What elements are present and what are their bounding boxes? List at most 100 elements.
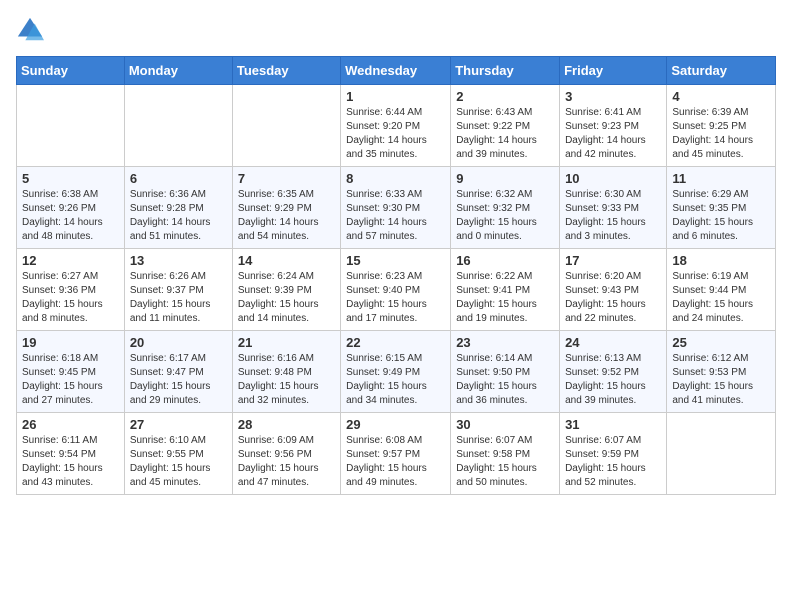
col-header-tuesday: Tuesday <box>232 57 340 85</box>
calendar-cell <box>232 85 340 167</box>
calendar-cell: 28 Sunrise: 6:09 AM Sunset: 9:56 PM Dayl… <box>232 413 340 495</box>
day-number: 23 <box>456 335 554 350</box>
calendar-cell: 2 Sunrise: 6:43 AM Sunset: 9:22 PM Dayli… <box>451 85 560 167</box>
calendar-cell: 16 Sunrise: 6:22 AM Sunset: 9:41 PM Dayl… <box>451 249 560 331</box>
day-number: 28 <box>238 417 335 432</box>
day-info: Sunrise: 6:22 AM Sunset: 9:41 PM Dayligh… <box>456 270 554 326</box>
day-info: Sunrise: 6:23 AM Sunset: 9:40 PM Dayligh… <box>346 270 445 326</box>
calendar-cell: 12 Sunrise: 6:27 AM Sunset: 9:36 PM Dayl… <box>17 249 125 331</box>
calendar-cell <box>17 85 125 167</box>
calendar-cell: 24 Sunrise: 6:13 AM Sunset: 9:52 PM Dayl… <box>560 331 667 413</box>
day-number: 11 <box>672 171 770 186</box>
calendar-cell <box>124 85 232 167</box>
day-info: Sunrise: 6:18 AM Sunset: 9:45 PM Dayligh… <box>22 352 119 408</box>
day-info: Sunrise: 6:36 AM Sunset: 9:28 PM Dayligh… <box>130 188 227 244</box>
day-info: Sunrise: 6:12 AM Sunset: 9:53 PM Dayligh… <box>672 352 770 408</box>
calendar-cell: 1 Sunrise: 6:44 AM Sunset: 9:20 PM Dayli… <box>341 85 451 167</box>
col-header-sunday: Sunday <box>17 57 125 85</box>
calendar-cell: 25 Sunrise: 6:12 AM Sunset: 9:53 PM Dayl… <box>667 331 776 413</box>
col-header-saturday: Saturday <box>667 57 776 85</box>
day-number: 20 <box>130 335 227 350</box>
day-info: Sunrise: 6:19 AM Sunset: 9:44 PM Dayligh… <box>672 270 770 326</box>
day-number: 12 <box>22 253 119 268</box>
day-number: 31 <box>565 417 661 432</box>
day-number: 9 <box>456 171 554 186</box>
day-number: 27 <box>130 417 227 432</box>
day-info: Sunrise: 6:33 AM Sunset: 9:30 PM Dayligh… <box>346 188 445 244</box>
calendar-week-row: 12 Sunrise: 6:27 AM Sunset: 9:36 PM Dayl… <box>17 249 776 331</box>
day-info: Sunrise: 6:38 AM Sunset: 9:26 PM Dayligh… <box>22 188 119 244</box>
day-info: Sunrise: 6:16 AM Sunset: 9:48 PM Dayligh… <box>238 352 335 408</box>
day-info: Sunrise: 6:11 AM Sunset: 9:54 PM Dayligh… <box>22 434 119 490</box>
calendar-cell: 17 Sunrise: 6:20 AM Sunset: 9:43 PM Dayl… <box>560 249 667 331</box>
calendar-cell: 21 Sunrise: 6:16 AM Sunset: 9:48 PM Dayl… <box>232 331 340 413</box>
calendar-cell: 30 Sunrise: 6:07 AM Sunset: 9:58 PM Dayl… <box>451 413 560 495</box>
col-header-wednesday: Wednesday <box>341 57 451 85</box>
calendar-cell: 19 Sunrise: 6:18 AM Sunset: 9:45 PM Dayl… <box>17 331 125 413</box>
calendar-cell: 20 Sunrise: 6:17 AM Sunset: 9:47 PM Dayl… <box>124 331 232 413</box>
calendar-cell: 22 Sunrise: 6:15 AM Sunset: 9:49 PM Dayl… <box>341 331 451 413</box>
calendar-cell: 9 Sunrise: 6:32 AM Sunset: 9:32 PM Dayli… <box>451 167 560 249</box>
calendar-cell: 8 Sunrise: 6:33 AM Sunset: 9:30 PM Dayli… <box>341 167 451 249</box>
day-number: 16 <box>456 253 554 268</box>
calendar-cell: 14 Sunrise: 6:24 AM Sunset: 9:39 PM Dayl… <box>232 249 340 331</box>
calendar-cell: 29 Sunrise: 6:08 AM Sunset: 9:57 PM Dayl… <box>341 413 451 495</box>
day-info: Sunrise: 6:07 AM Sunset: 9:59 PM Dayligh… <box>565 434 661 490</box>
day-number: 8 <box>346 171 445 186</box>
calendar-week-row: 1 Sunrise: 6:44 AM Sunset: 9:20 PM Dayli… <box>17 85 776 167</box>
calendar-week-row: 26 Sunrise: 6:11 AM Sunset: 9:54 PM Dayl… <box>17 413 776 495</box>
page-header <box>16 16 776 44</box>
day-number: 14 <box>238 253 335 268</box>
day-number: 15 <box>346 253 445 268</box>
calendar-cell: 5 Sunrise: 6:38 AM Sunset: 9:26 PM Dayli… <box>17 167 125 249</box>
calendar-cell: 6 Sunrise: 6:36 AM Sunset: 9:28 PM Dayli… <box>124 167 232 249</box>
day-number: 2 <box>456 89 554 104</box>
calendar-cell: 3 Sunrise: 6:41 AM Sunset: 9:23 PM Dayli… <box>560 85 667 167</box>
day-info: Sunrise: 6:27 AM Sunset: 9:36 PM Dayligh… <box>22 270 119 326</box>
day-info: Sunrise: 6:14 AM Sunset: 9:50 PM Dayligh… <box>456 352 554 408</box>
day-number: 3 <box>565 89 661 104</box>
calendar-cell: 27 Sunrise: 6:10 AM Sunset: 9:55 PM Dayl… <box>124 413 232 495</box>
day-number: 19 <box>22 335 119 350</box>
day-info: Sunrise: 6:39 AM Sunset: 9:25 PM Dayligh… <box>672 106 770 162</box>
calendar-cell: 15 Sunrise: 6:23 AM Sunset: 9:40 PM Dayl… <box>341 249 451 331</box>
day-number: 24 <box>565 335 661 350</box>
day-info: Sunrise: 6:32 AM Sunset: 9:32 PM Dayligh… <box>456 188 554 244</box>
day-info: Sunrise: 6:07 AM Sunset: 9:58 PM Dayligh… <box>456 434 554 490</box>
day-info: Sunrise: 6:41 AM Sunset: 9:23 PM Dayligh… <box>565 106 661 162</box>
day-info: Sunrise: 6:13 AM Sunset: 9:52 PM Dayligh… <box>565 352 661 408</box>
day-number: 5 <box>22 171 119 186</box>
day-info: Sunrise: 6:44 AM Sunset: 9:20 PM Dayligh… <box>346 106 445 162</box>
day-info: Sunrise: 6:30 AM Sunset: 9:33 PM Dayligh… <box>565 188 661 244</box>
calendar-table: SundayMondayTuesdayWednesdayThursdayFrid… <box>16 56 776 495</box>
day-number: 13 <box>130 253 227 268</box>
logo <box>16 16 48 44</box>
day-info: Sunrise: 6:35 AM Sunset: 9:29 PM Dayligh… <box>238 188 335 244</box>
day-number: 17 <box>565 253 661 268</box>
day-info: Sunrise: 6:17 AM Sunset: 9:47 PM Dayligh… <box>130 352 227 408</box>
calendar-cell: 13 Sunrise: 6:26 AM Sunset: 9:37 PM Dayl… <box>124 249 232 331</box>
day-info: Sunrise: 6:15 AM Sunset: 9:49 PM Dayligh… <box>346 352 445 408</box>
day-info: Sunrise: 6:43 AM Sunset: 9:22 PM Dayligh… <box>456 106 554 162</box>
day-number: 26 <box>22 417 119 432</box>
day-number: 30 <box>456 417 554 432</box>
day-number: 22 <box>346 335 445 350</box>
day-info: Sunrise: 6:20 AM Sunset: 9:43 PM Dayligh… <box>565 270 661 326</box>
calendar-week-row: 5 Sunrise: 6:38 AM Sunset: 9:26 PM Dayli… <box>17 167 776 249</box>
calendar-cell: 23 Sunrise: 6:14 AM Sunset: 9:50 PM Dayl… <box>451 331 560 413</box>
day-number: 25 <box>672 335 770 350</box>
calendar-cell: 10 Sunrise: 6:30 AM Sunset: 9:33 PM Dayl… <box>560 167 667 249</box>
day-info: Sunrise: 6:08 AM Sunset: 9:57 PM Dayligh… <box>346 434 445 490</box>
calendar-cell: 4 Sunrise: 6:39 AM Sunset: 9:25 PM Dayli… <box>667 85 776 167</box>
day-number: 4 <box>672 89 770 104</box>
calendar-cell <box>667 413 776 495</box>
calendar-header-row: SundayMondayTuesdayWednesdayThursdayFrid… <box>17 57 776 85</box>
col-header-thursday: Thursday <box>451 57 560 85</box>
calendar-cell: 31 Sunrise: 6:07 AM Sunset: 9:59 PM Dayl… <box>560 413 667 495</box>
day-number: 1 <box>346 89 445 104</box>
logo-icon <box>16 16 44 44</box>
col-header-friday: Friday <box>560 57 667 85</box>
day-number: 7 <box>238 171 335 186</box>
day-info: Sunrise: 6:26 AM Sunset: 9:37 PM Dayligh… <box>130 270 227 326</box>
day-number: 6 <box>130 171 227 186</box>
